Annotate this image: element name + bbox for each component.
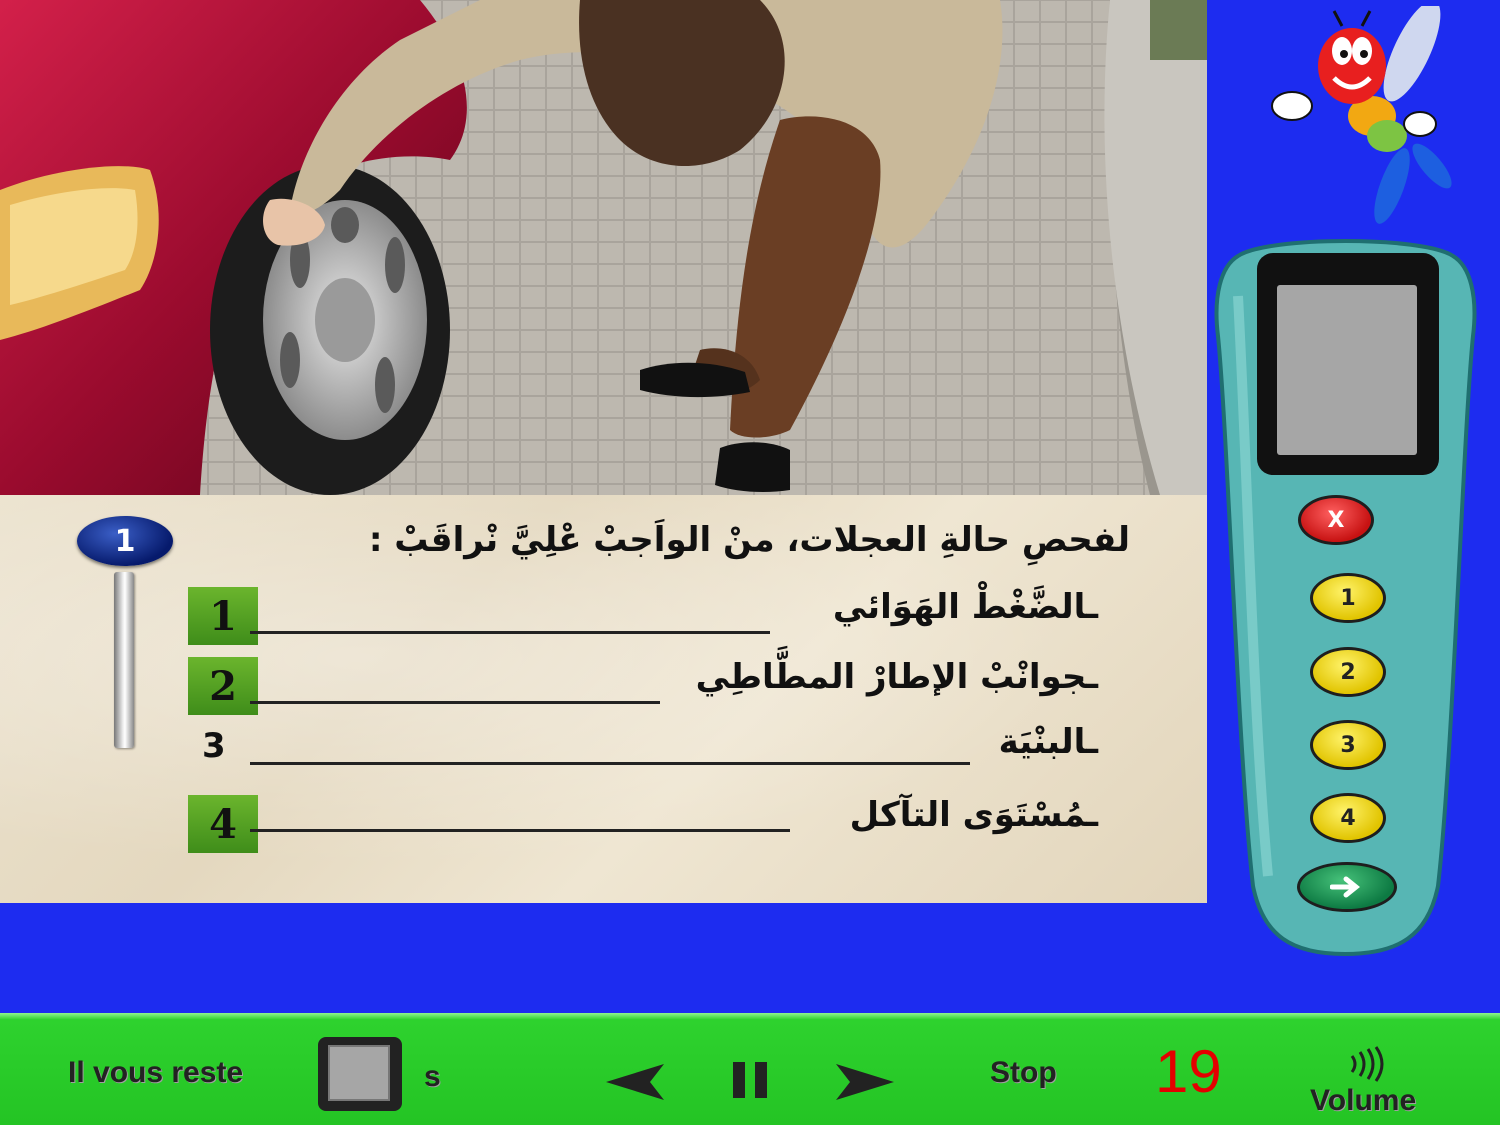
volume-button[interactable]: Volume	[1310, 1084, 1416, 1118]
answer-selected-box-4: 4	[188, 795, 258, 853]
answer-button-1[interactable]: 1	[1310, 573, 1386, 623]
answer-button-2[interactable]: 2	[1310, 647, 1386, 697]
volume-icon[interactable]	[1346, 1046, 1394, 1082]
answer-row-3[interactable]: 3 ـالبنْيَة	[188, 722, 1098, 782]
answer-selected-box-2: 2	[188, 657, 258, 715]
answer-text-4: ـمُسْتَوَى التآكل	[849, 795, 1098, 835]
next-button[interactable]	[836, 1062, 894, 1102]
seconds-unit: s	[424, 1060, 441, 1093]
question-number-badge: 1	[77, 516, 173, 566]
validate-next-button[interactable]	[1297, 862, 1397, 912]
question-progress-bar	[114, 572, 134, 748]
pause-button[interactable]	[731, 1060, 771, 1100]
answer-row-1[interactable]: 1 ـالضَّغْطْ الهَوَائي	[188, 587, 1098, 647]
question-number: 1	[114, 523, 136, 559]
arrow-right-icon	[1330, 876, 1361, 898]
remote-lcd-display	[1277, 285, 1417, 455]
bee-mascot-icon	[1271, 6, 1452, 224]
answer-button-4[interactable]: 4	[1310, 793, 1386, 843]
answer-line	[250, 701, 660, 704]
answer-row-4[interactable]: 4 ـمُسْتَوَى التآكل	[188, 795, 1098, 855]
timer-lcd	[328, 1045, 390, 1101]
answer-text-1: ـالضَّغْطْ الهَوَائي	[832, 587, 1098, 627]
answer-text-3: ـالبنْيَة	[998, 722, 1098, 762]
answer-row-2[interactable]: 2 ـجوانْبْ الإطارْ المطَّاطِي	[188, 657, 1098, 717]
answer-line	[250, 829, 790, 832]
answer-text-2: ـجوانْبْ الإطارْ المطَّاطِي	[695, 657, 1098, 697]
question-counter: 19	[1155, 1038, 1222, 1105]
answer-line	[250, 762, 970, 765]
answer-button-3[interactable]: 3	[1310, 720, 1386, 770]
question-photo	[0, 0, 1207, 495]
previous-button[interactable]	[606, 1062, 664, 1102]
remote-screen	[1257, 253, 1439, 475]
question-text: لفحصِ حالةِ العجلات، منْ الواَجبْ عْلِيَ…	[368, 520, 1130, 560]
answer-key-3: 3	[202, 726, 226, 766]
timer-display	[318, 1037, 402, 1111]
answer-selected-box-1: 1	[188, 587, 258, 645]
answer-line	[250, 631, 770, 634]
time-remaining-label: Il vous reste	[68, 1056, 244, 1089]
cancel-button[interactable]: X	[1298, 495, 1374, 545]
stop-button[interactable]: Stop	[990, 1056, 1057, 1090]
